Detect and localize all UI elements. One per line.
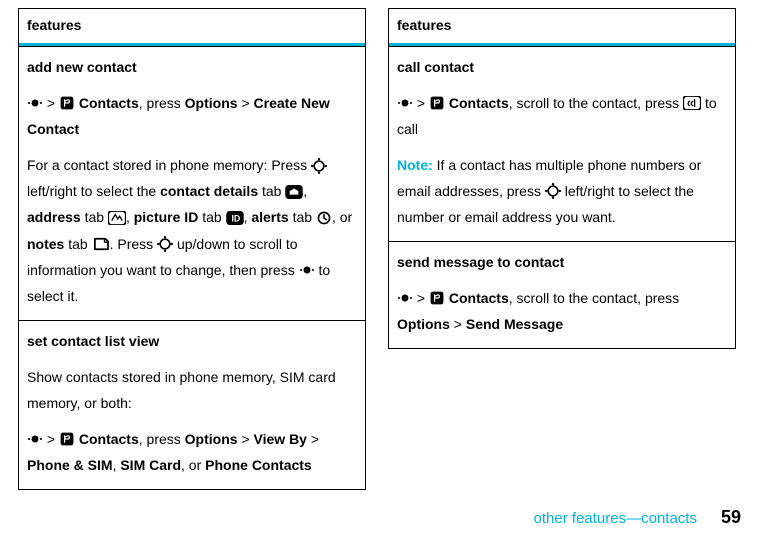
text: , (303, 183, 307, 199)
text: , (126, 209, 134, 225)
address-tab-icon (108, 205, 126, 231)
section-add-new-contact: add new contact > Contacts, press Option… (19, 46, 365, 320)
text: . Press (110, 236, 157, 252)
contacts-label: Contacts (79, 431, 139, 447)
send-message-title: send message to contact (397, 250, 727, 276)
contacts-label: Contacts (449, 290, 509, 306)
left-header: features (19, 9, 365, 46)
contacts-app-icon (429, 90, 445, 116)
picture-id-label: picture ID (134, 209, 199, 225)
text: > (47, 431, 55, 447)
contacts-app-icon (429, 285, 445, 311)
home-tab-icon (285, 178, 303, 204)
page-footer: other features—contacts 59 (534, 501, 741, 534)
center-key-icon (397, 90, 413, 116)
nav-key-icon (311, 152, 327, 178)
text: > (238, 431, 254, 447)
text: , or (332, 209, 352, 225)
center-key-icon (397, 285, 413, 311)
section-set-contact-list-view: set contact list view Show contacts stor… (19, 320, 365, 489)
notes-tab-icon (92, 231, 110, 257)
page-number: 59 (721, 507, 741, 527)
center-key-icon (27, 426, 43, 452)
phone-and-sim-label: Phone & SIM (27, 457, 113, 473)
alerts-tab-icon (316, 205, 332, 231)
text: , scroll to the contact, press (509, 95, 683, 111)
text: tab (198, 209, 225, 225)
sim-card-label: SIM Card (120, 457, 181, 473)
text: For a contact stored in phone memory: Pr… (27, 157, 311, 173)
text: > (307, 431, 319, 447)
phone-contacts-label: Phone Contacts (205, 457, 312, 473)
picture-id-tab-icon (226, 205, 244, 231)
contact-details-label: contact details (160, 183, 258, 199)
text: tab (289, 209, 316, 225)
section-send-message: send message to contact > Contacts, scro… (389, 241, 735, 348)
view-by-label: View By (254, 431, 307, 447)
contacts-app-icon (59, 90, 75, 116)
options-label: Options (185, 95, 238, 111)
alerts-label: alerts (251, 209, 288, 225)
note-label: Note: (397, 157, 437, 173)
contacts-label: Contacts (449, 95, 509, 111)
text: > (238, 95, 254, 111)
nav-key-icon (545, 178, 561, 204)
text: , or (181, 457, 205, 473)
text: tab (81, 209, 108, 225)
call-contact-title: call contact (397, 55, 727, 81)
left-features-box: features add new contact > Contacts, pre… (18, 8, 366, 490)
text: , scroll to the contact, press (509, 290, 679, 306)
options-label: Options (185, 431, 238, 447)
text: left/right to select the (27, 183, 160, 199)
send-message-label: Send Message (466, 316, 563, 332)
text: > (450, 316, 466, 332)
address-label: address (27, 209, 81, 225)
options-label: Options (397, 316, 450, 332)
notes-label: notes (27, 236, 64, 252)
center-key-icon (27, 90, 43, 116)
send-key-icon (683, 90, 701, 116)
right-header: features (389, 9, 735, 46)
contacts-app-icon (59, 426, 75, 452)
center-key-icon (299, 257, 315, 283)
set-view-title: set contact list view (27, 329, 357, 355)
text: > (417, 95, 425, 111)
nav-key-icon (157, 231, 173, 257)
add-contact-title: add new contact (27, 55, 357, 81)
text: > (417, 290, 425, 306)
footer-crumb: other features—contacts (534, 510, 697, 527)
text: tab (258, 183, 285, 199)
text: , press (139, 95, 185, 111)
text: tab (64, 236, 91, 252)
section-call-contact: call contact > Contacts, scroll to the c… (389, 46, 735, 241)
contacts-label: Contacts (79, 95, 139, 111)
set-view-desc: Show contacts stored in phone memory, SI… (27, 365, 357, 417)
right-features-box: features call contact > Contacts, scroll… (388, 8, 736, 349)
text: , press (139, 431, 185, 447)
text: > (47, 95, 55, 111)
